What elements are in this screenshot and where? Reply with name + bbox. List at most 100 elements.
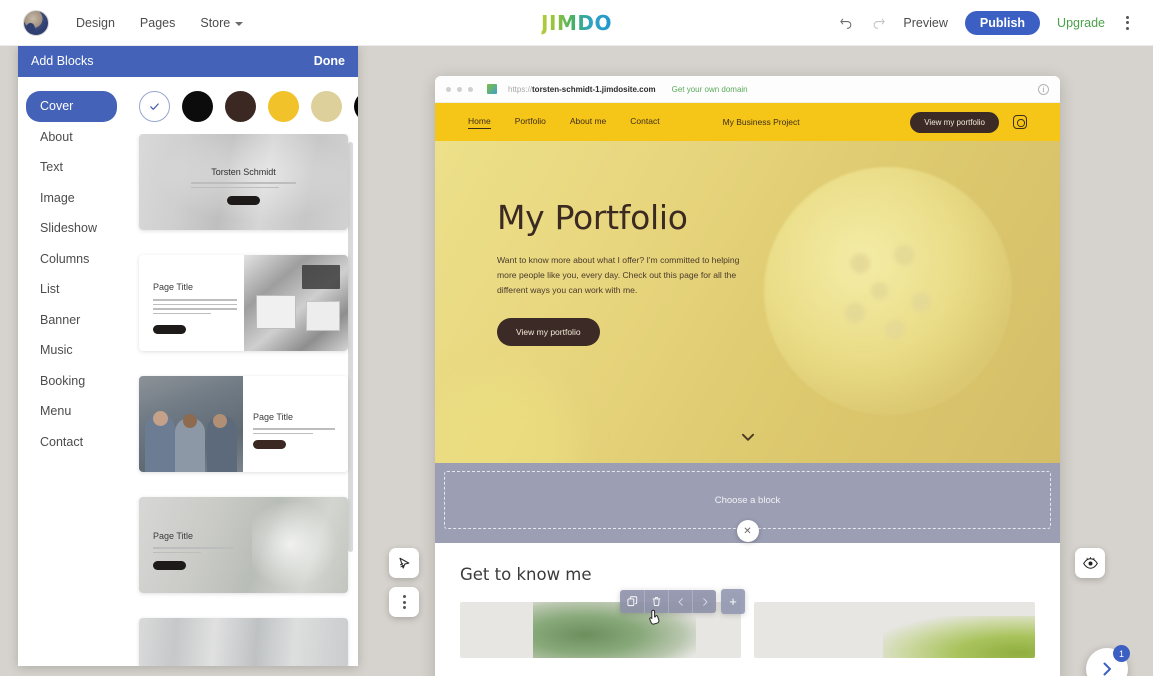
hero-flower-image <box>764 167 1012 415</box>
undo-icon[interactable] <box>839 15 854 30</box>
add-blocks-panel: Add Blocks Done Cover About Text Image S… <box>18 44 358 666</box>
block-thumb-button <box>153 325 186 334</box>
site-nav-links: Home Portfolio About me Contact <box>468 116 660 129</box>
top-nav-item-design[interactable]: Design <box>76 16 115 30</box>
top-nav-item-pages[interactable]: Pages <box>140 16 175 30</box>
category-item-text[interactable]: Text <box>26 152 117 183</box>
more-options-icon[interactable] <box>1122 14 1133 32</box>
category-item-banner[interactable]: Banner <box>26 305 117 336</box>
block-preview-column: Torsten Schmidt Page Title <box>125 77 358 666</box>
jimdo-editor-app: Design Pages Store JIMDO Preview Publish… <box>0 0 1153 676</box>
kebab-dots <box>399 593 410 611</box>
block-thumb-heading: Page Title <box>153 282 193 292</box>
block-thumb-cover-3[interactable]: Page Title <box>139 376 348 472</box>
pointer-tool-icon[interactable] <box>389 548 419 578</box>
info-icon[interactable]: i <box>1038 84 1049 95</box>
window-dot-minimize <box>457 87 462 92</box>
dark-brown-swatch[interactable] <box>225 91 256 122</box>
section-title: Get to know me <box>460 565 1035 584</box>
content-card-row <box>460 602 1035 658</box>
address-bar[interactable]: https://torsten-schmidt-1.jimdosite.com <box>508 85 656 94</box>
category-item-list[interactable]: List <box>26 274 117 305</box>
category-item-slideshow[interactable]: Slideshow <box>26 213 117 244</box>
top-right-actions: Preview Publish Upgrade <box>839 11 1133 35</box>
block-thumb-button <box>253 440 286 449</box>
category-item-columns[interactable]: Columns <box>26 244 117 275</box>
add-blocks-panel-header: Add Blocks Done <box>18 44 358 77</box>
top-nav-label-design: Design <box>76 16 115 30</box>
site-nav-cta-button[interactable]: View my portfolio <box>910 112 999 133</box>
redo-icon[interactable] <box>871 15 886 30</box>
top-nav-item-store[interactable]: Store <box>200 16 243 30</box>
editor-canvas: 1 https://torsten-schmidt-1.jimdosite.co… <box>358 46 1153 676</box>
chevron-down-icon[interactable] <box>741 429 754 447</box>
block-action-toolbar: + <box>620 589 745 614</box>
jimdo-logo: JIMDO <box>541 11 612 35</box>
site-preview-browser: https://torsten-schmidt-1.jimdosite.com … <box>435 76 1060 676</box>
block-thumb-heading: Page Title <box>153 531 193 541</box>
category-item-cover[interactable]: Cover <box>26 91 117 122</box>
site-brand-title: My Business Project <box>723 117 800 127</box>
upgrade-link[interactable]: Upgrade <box>1057 16 1105 30</box>
chevron-left-icon[interactable] <box>668 590 692 613</box>
black-swatch-2[interactable] <box>354 91 358 122</box>
content-card-broccoli[interactable] <box>754 602 1035 658</box>
url-host: torsten-schmidt-1.jimdosite.com <box>532 85 656 94</box>
get-own-domain-link[interactable]: Get your own domain <box>672 85 748 94</box>
trash-icon[interactable] <box>644 590 668 613</box>
site-nav-item-portfolio[interactable]: Portfolio <box>515 116 546 129</box>
user-avatar[interactable] <box>23 10 49 36</box>
category-item-booking[interactable]: Booking <box>26 366 117 397</box>
add-blocks-panel-body: Cover About Text Image Slideshow Columns… <box>18 77 358 666</box>
close-icon[interactable]: ✕ <box>737 520 759 542</box>
panel-scrollbar[interactable] <box>348 142 353 552</box>
hero-cta-button[interactable]: View my portfolio <box>497 318 600 346</box>
black-swatch[interactable] <box>182 91 213 122</box>
category-item-menu[interactable]: Menu <box>26 396 117 427</box>
block-category-list: Cover About Text Image Slideshow Columns… <box>18 77 125 666</box>
canvas-more-options-icon[interactable] <box>389 587 419 617</box>
get-to-know-me-section: Get to know me <box>435 543 1060 658</box>
selected-style-swatch[interactable] <box>139 91 170 122</box>
block-thumb-cover-4[interactable]: Page Title <box>139 497 348 593</box>
chevron-down-icon <box>235 22 243 26</box>
top-nav-label-pages: Pages <box>140 16 175 30</box>
block-thumb-lines <box>253 428 335 434</box>
block-thumb-lines <box>153 299 237 314</box>
block-toolbar-group <box>620 590 716 613</box>
url-protocol: https:// <box>508 85 532 94</box>
next-step-button[interactable]: 1 <box>1086 648 1128 676</box>
preview-eye-icon[interactable] <box>1075 548 1105 578</box>
category-item-image[interactable]: Image <box>26 183 117 214</box>
site-nav-item-home[interactable]: Home <box>468 116 491 129</box>
beige-swatch[interactable] <box>311 91 342 122</box>
top-nav-label-store: Store <box>200 16 230 30</box>
duplicate-icon[interactable] <box>620 590 644 613</box>
site-nav-item-contact[interactable]: Contact <box>630 116 659 129</box>
block-thumb-cover-2[interactable]: Page Title <box>139 255 348 351</box>
preview-button[interactable]: Preview <box>903 16 947 30</box>
block-thumb-cover-5[interactable] <box>139 618 348 666</box>
category-item-music[interactable]: Music <box>26 335 117 366</box>
site-favicon <box>487 84 497 94</box>
block-thumb-cover-1[interactable]: Torsten Schmidt <box>139 134 348 230</box>
hero-content: My Portfolio Want to know more about wha… <box>435 141 735 346</box>
publish-button[interactable]: Publish <box>965 11 1040 35</box>
panel-done-button[interactable]: Done <box>314 54 345 68</box>
block-thumb-lines <box>153 547 233 553</box>
block-thumb-heading: Page Title <box>253 412 293 422</box>
block-thumb-heading: Torsten Schmidt <box>139 167 348 177</box>
gold-swatch[interactable] <box>268 91 299 122</box>
plus-icon[interactable]: + <box>721 589 745 614</box>
category-item-about[interactable]: About <box>26 122 117 153</box>
hero-paragraph: Want to know more about what I offer? I'… <box>497 253 747 298</box>
top-toolbar: Design Pages Store JIMDO Preview Publish… <box>0 0 1153 46</box>
site-navbar: Home Portfolio About me Contact My Busin… <box>435 103 1060 141</box>
category-item-contact[interactable]: Contact <box>26 427 117 458</box>
hero-decor-blob <box>435 373 575 463</box>
chevron-right-icon[interactable] <box>692 590 716 613</box>
site-nav-item-about-me[interactable]: About me <box>570 116 606 129</box>
next-step-badge: 1 <box>1113 645 1130 662</box>
panel-title: Add Blocks <box>31 54 94 68</box>
instagram-icon[interactable] <box>1013 115 1027 129</box>
